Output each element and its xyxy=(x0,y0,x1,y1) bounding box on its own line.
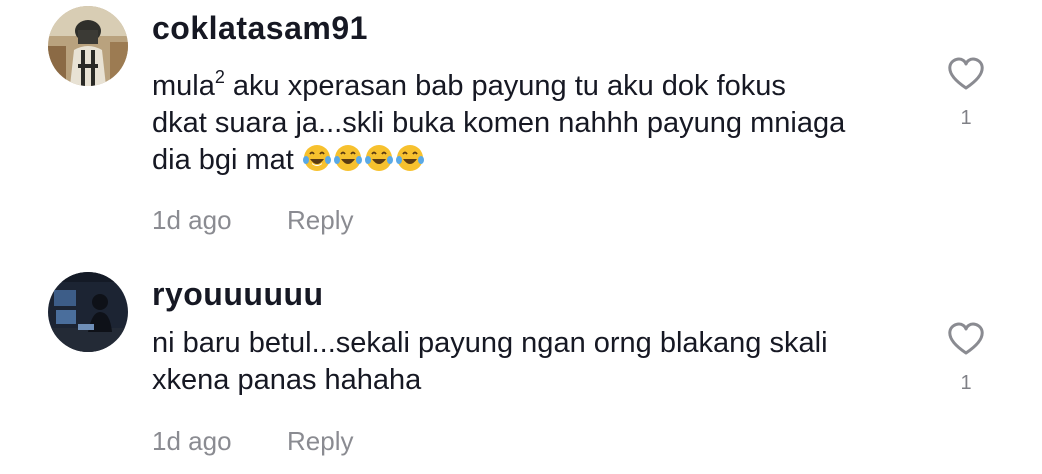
face-with-tears-of-joy-icon xyxy=(395,145,424,171)
face-with-tears-of-joy-icon xyxy=(302,145,331,171)
comment-meta: 1d ago Reply xyxy=(152,205,353,236)
reply-button[interactable]: Reply xyxy=(287,205,353,236)
avatar-desk-scene-icon xyxy=(48,272,128,352)
comment-timestamp: 1d ago xyxy=(152,205,232,235)
like-control: 1 xyxy=(946,57,986,130)
like-control: 1 xyxy=(946,322,986,395)
face-with-tears-of-joy-icon xyxy=(364,145,393,171)
reply-button[interactable]: Reply xyxy=(287,426,353,457)
like-count: 1 xyxy=(960,107,972,129)
comment-meta: 1d ago Reply xyxy=(152,426,353,457)
face-with-tears-of-joy-icon xyxy=(333,145,362,171)
comment-item: coklatasam91 mula2 aku xperasan bab payu… xyxy=(0,0,1042,250)
superscript: 2 xyxy=(214,67,225,87)
comment-text-line: dkat suara ja...skli buka komen nahhh pa… xyxy=(152,107,846,139)
comment-item: ryouuuuuu ni baru betul...sekali payung … xyxy=(0,262,1042,474)
comment-username[interactable]: ryouuuuuu xyxy=(152,276,324,313)
heart-icon[interactable] xyxy=(947,57,985,91)
comment-text: mula2 aku xperasan bab payung tu aku dok… xyxy=(152,59,932,179)
avatar[interactable] xyxy=(48,6,128,86)
comment-text-part: aku xperasan bab payung tu aku dok fokus xyxy=(224,70,786,102)
comment-text-line: dia bgi mat xyxy=(152,142,932,179)
comment-username[interactable]: coklatasam91 xyxy=(152,10,368,47)
emoji-group xyxy=(294,144,426,176)
heart-icon[interactable] xyxy=(947,322,985,356)
comment-text-part: dia bgi mat xyxy=(152,144,294,176)
comment-text-line: ni baru betul...sekali payung ngan orng … xyxy=(152,327,828,359)
like-count: 1 xyxy=(960,372,972,394)
comment-text: ni baru betul...sekali payung ngan orng … xyxy=(152,325,932,399)
comment-text-line: mula2 aku xperasan bab payung tu aku dok… xyxy=(152,59,932,105)
comment-timestamp: 1d ago xyxy=(152,426,232,456)
avatar[interactable] xyxy=(48,272,128,352)
avatar-soldier-icon xyxy=(48,6,128,86)
comment-text-part: mula xyxy=(152,70,215,102)
comment-text-line: xkena panas hahaha xyxy=(152,364,422,396)
